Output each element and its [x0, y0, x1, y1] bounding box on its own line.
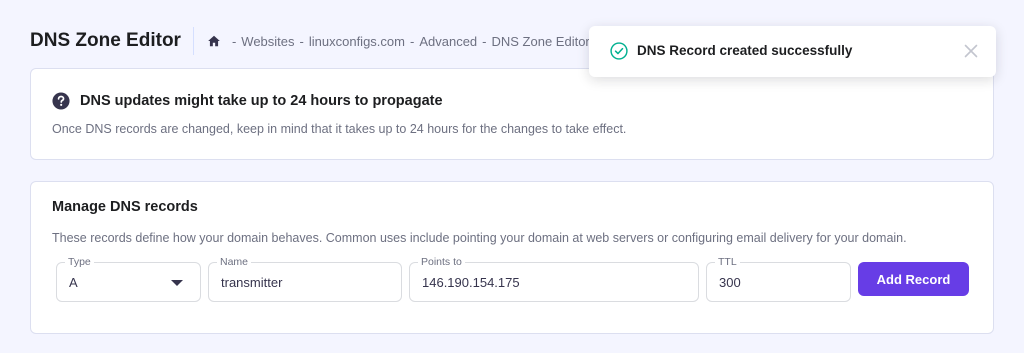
breadcrumb-item-domain[interactable]: linuxconfigs.com [309, 34, 405, 49]
page-header: DNS Zone Editor - Websites - linuxconfig… [30, 24, 590, 58]
ttl-value: 300 [719, 275, 741, 290]
breadcrumb: - Websites - linuxconfigs.com - Advanced… [207, 34, 590, 49]
breadcrumb-item-advanced[interactable]: Advanced [419, 34, 477, 49]
record-type-value: A [69, 275, 78, 290]
ttl-label: TTL [715, 255, 740, 269]
section-description: These records define how your domain beh… [52, 231, 907, 245]
breadcrumb-separator: - [409, 33, 415, 49]
breadcrumb-separator: - [299, 33, 304, 49]
record-name-value: transmitter [221, 275, 283, 290]
help-circle-icon [52, 92, 70, 110]
success-toast: DNS Record created successfully [589, 26, 996, 77]
points-to-input[interactable]: Points to 146.190.154.175 [409, 255, 699, 302]
breadcrumb-separator: - [231, 33, 237, 49]
section-title: Manage DNS records [52, 199, 198, 215]
chevron-down-icon[interactable] [171, 280, 183, 286]
points-to-label: Points to [418, 255, 465, 269]
check-circle-icon [610, 42, 628, 60]
add-record-button[interactable]: Add Record [858, 262, 969, 296]
home-icon[interactable] [207, 34, 221, 48]
page-title: DNS Zone Editor [30, 27, 194, 55]
breadcrumb-separator: - [482, 33, 487, 49]
manage-dns-records-card: Manage DNS records These records define … [30, 181, 994, 334]
notice-title: DNS updates might take up to 24 hours to… [80, 93, 443, 109]
record-name-input[interactable]: Name transmitter [208, 255, 402, 302]
dns-propagation-notice: DNS updates might take up to 24 hours to… [30, 68, 994, 160]
ttl-input[interactable]: TTL 300 [706, 255, 851, 302]
record-name-label: Name [217, 255, 252, 269]
notice-title-row: DNS updates might take up to 24 hours to… [52, 92, 443, 110]
breadcrumb-item-current: DNS Zone Editor [491, 33, 590, 49]
close-icon[interactable] [964, 44, 978, 58]
breadcrumb-item-websites[interactable]: Websites [241, 34, 294, 49]
record-type-select[interactable]: Type A [56, 255, 201, 302]
toast-message: DNS Record created successfully [637, 43, 853, 58]
points-to-value: 146.190.154.175 [422, 275, 520, 290]
record-type-label: Type [65, 255, 94, 269]
notice-text: Once DNS records are changed, keep in mi… [52, 122, 627, 136]
